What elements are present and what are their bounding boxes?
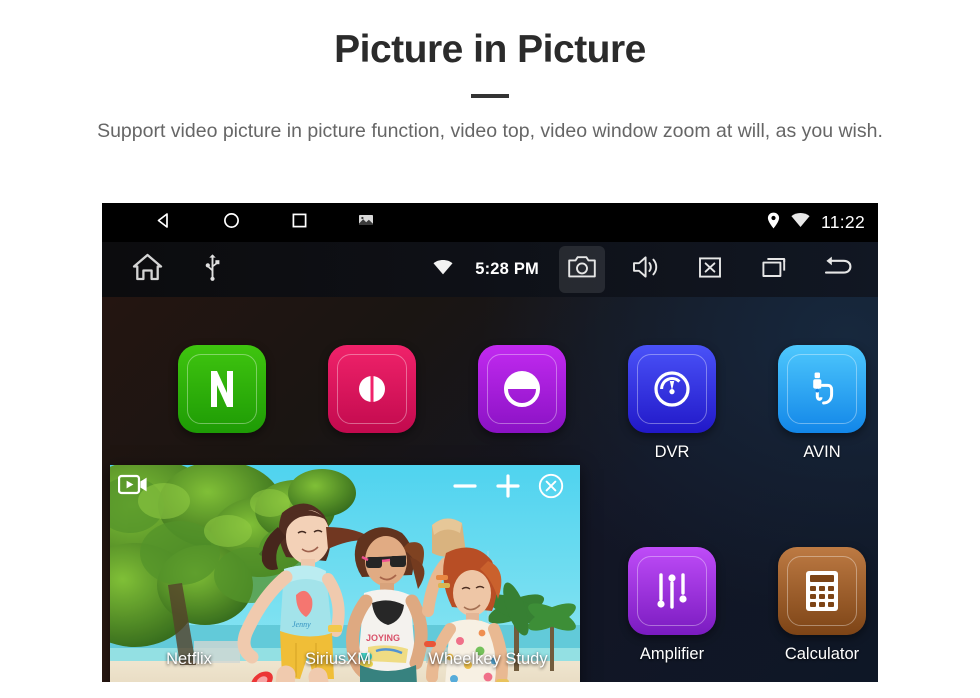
dvr-gauge-icon [628,345,716,433]
app-tile-calculator[interactable]: Calculator [752,547,878,664]
toolbar-clock: 5:28 PM [475,260,539,278]
app-label-wheelkey-study: Wheelkey Study [428,650,548,668]
app-toolbar: 5:28 PM [102,242,878,297]
page-subtitle: Support video picture in picture functio… [97,119,883,142]
android-nav-buttons [154,211,374,235]
calculator-icon [778,547,866,635]
title-divider [471,93,509,98]
recent-apps-button[interactable] [751,246,797,293]
wheelkey-icon [478,345,566,433]
pip-window-controls [448,471,568,505]
close-box-icon [696,256,724,284]
page-header: Picture in Picture Support video picture… [0,0,980,145]
app-tile-wheelkey-study[interactable] [452,345,592,433]
app-tile-dvr[interactable]: DVR [602,345,742,462]
back-button[interactable] [815,246,861,293]
close-circle-icon [538,473,564,504]
plus-icon [493,471,523,506]
video-camera-icon[interactable] [117,473,148,497]
location-pin-icon [767,212,780,234]
avin-plug-icon [778,345,866,433]
siriusxm-icon [328,345,416,433]
pip-close-button[interactable] [534,471,568,505]
home-circle-icon[interactable] [222,211,241,235]
wifi-icon [433,259,453,280]
screenshot-icon[interactable] [358,212,374,233]
back-arrow-icon [822,255,854,284]
app-tile-amplifier[interactable]: Amplifier [602,547,742,664]
status-bar-clock: 11:22 [821,212,865,232]
app-label-avin: AVIN [803,443,841,461]
windows-stack-icon [760,256,788,284]
back-triangle-icon[interactable] [154,211,173,235]
netflix-icon [178,345,266,433]
app-launcher-area: DVR AVIN Amplifier Calculator Jenny JOYI… [102,297,878,682]
toolbar-left-group [132,253,220,286]
status-bar-right: 11:22 [767,203,865,242]
amplifier-icon [628,547,716,635]
home-icon[interactable] [132,253,163,286]
camera-button[interactable] [559,246,605,293]
minus-icon [450,471,480,506]
page-title: Picture in Picture [334,28,646,71]
pip-zoom-out-button[interactable] [448,471,482,505]
app-label-siriusxm: SiriusXM [304,650,372,668]
camera-icon [568,255,596,284]
toolbar-right-group: 5:28 PM [433,242,861,297]
app-tile-siriusxm[interactable] [302,345,442,433]
app-label-netflix: Netflix [166,650,212,668]
close-app-button[interactable] [687,246,733,293]
app-label-dvr: DVR [654,443,690,461]
usb-icon[interactable] [205,253,220,286]
app-tile-avin[interactable]: AVIN [752,345,878,462]
device-screen: 11:22 5:28 PM DVR AVIN Amplifier Calcula… [102,203,878,682]
speaker-icon [632,255,660,284]
recents-square-icon[interactable] [290,211,309,235]
app-tile-netflix[interactable] [152,345,292,433]
volume-button[interactable] [623,246,669,293]
hidden-app-labels-row: Netflix SiriusXM Wheelkey Study [102,650,878,674]
pip-zoom-in-button[interactable] [491,471,525,505]
wifi-icon [791,212,810,233]
android-status-bar: 11:22 [102,203,878,242]
